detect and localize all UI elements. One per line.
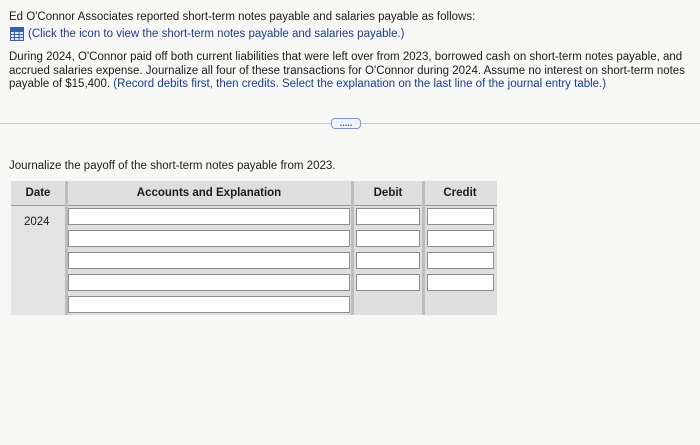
column-separator: [422, 181, 425, 315]
date-cell: 2024: [11, 205, 65, 315]
date-value: 2024: [24, 216, 50, 228]
account-input-row-3[interactable]: [68, 252, 350, 269]
credit-input-row-1[interactable]: [427, 208, 494, 225]
column-separator: [65, 181, 68, 315]
task-instruction: Journalize the payoff of the short-term …: [9, 160, 336, 172]
journal-entry-table: Date Accounts and Explanation Debit Cred…: [11, 181, 497, 315]
account-input-row-4[interactable]: [68, 274, 350, 291]
view-data-link-label[interactable]: (Click the icon to view the short-term n…: [28, 28, 405, 40]
debit-input-row-2[interactable]: [356, 230, 420, 247]
account-input-row-1[interactable]: [68, 208, 350, 225]
account-input-row-2[interactable]: [68, 230, 350, 247]
record-instruction-note: (Record debits first, then credits. Sele…: [113, 78, 607, 90]
explanation-input[interactable]: [68, 296, 350, 313]
data-table-icon[interactable]: [10, 27, 24, 41]
problem-intro: Ed O'Connor Associates reported short-te…: [9, 11, 476, 23]
credit-input-row-3[interactable]: [427, 252, 494, 269]
header-debit: Debit: [353, 181, 423, 205]
header-credit: Credit: [423, 181, 497, 205]
header-accounts: Accounts and Explanation: [65, 181, 353, 205]
header-divider: [65, 205, 497, 206]
expand-more-label[interactable]: .....: [340, 119, 353, 128]
view-data-link[interactable]: (Click the icon to view the short-term n…: [10, 27, 405, 41]
debit-input-row-3[interactable]: [356, 252, 420, 269]
debit-input-row-1[interactable]: [356, 208, 420, 225]
debit-input-row-4[interactable]: [356, 274, 420, 291]
credit-input-row-2[interactable]: [427, 230, 494, 247]
credit-input-row-4[interactable]: [427, 274, 494, 291]
header-date: Date: [11, 181, 65, 205]
expand-more-button[interactable]: .....: [331, 118, 361, 129]
problem-body: During 2024, O'Connor paid off both curr…: [9, 51, 693, 92]
column-separator: [351, 181, 354, 315]
